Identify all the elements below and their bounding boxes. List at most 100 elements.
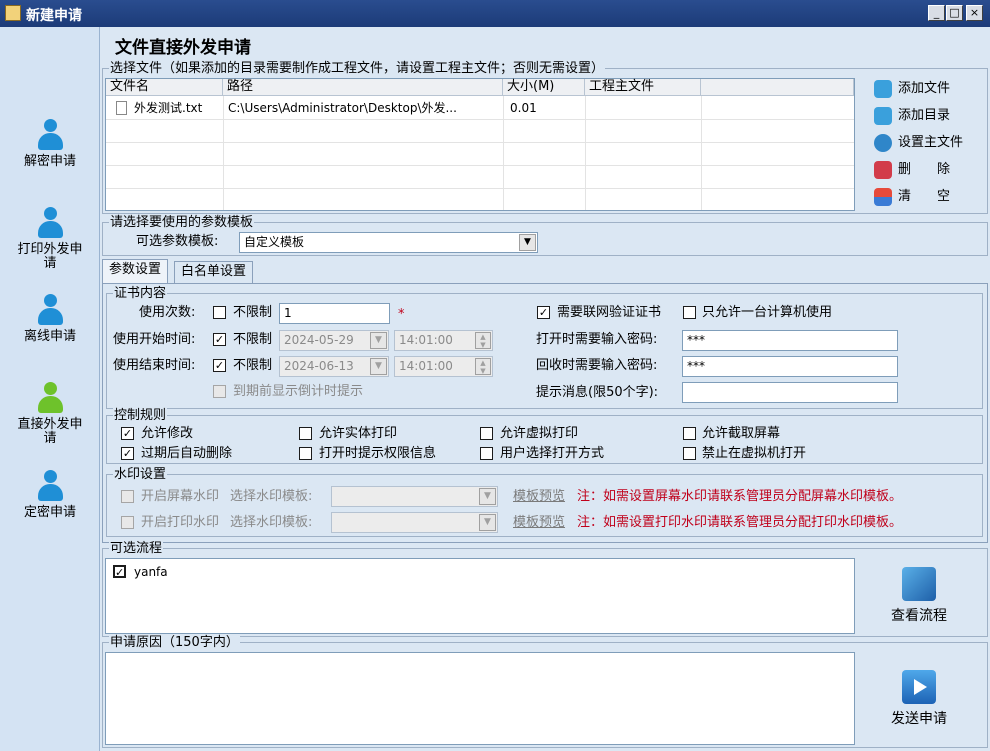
screen-watermark-choose-label: 选择水印模板: [230,489,313,504]
tip-message-input[interactable] [682,382,898,403]
column-header-size[interactable]: 大小(M) [503,79,585,96]
sidebar-item-offline[interactable]: 离线申请 [0,294,100,344]
file-icon [116,101,127,115]
chevron-down-icon[interactable]: ▼ [479,514,496,531]
print-watermark-note: 注：如需设置打印水印请联系管理员分配打印水印模板。 [577,515,903,530]
flow-list[interactable]: ✓ yanfa [105,558,855,634]
sidebar-item-label: 解密申请 [23,154,76,169]
one-pc-checkbox[interactable] [683,306,696,319]
user-icon [35,382,65,414]
allow-screenshot-label: 允许截取屏幕 [702,426,781,441]
sidebar-item-print-send[interactable]: 打印外发申请 [0,207,100,271]
allow-modify-label: 允许修改 [141,426,194,441]
file-main-cell [586,97,700,119]
end-time-stepper[interactable]: 14:01:00 ▲ ▼ [394,356,493,377]
column-header-empty [701,79,854,96]
allow-virtual-print-label: 允许虚拟打印 [500,426,579,441]
show-permission-checkbox[interactable] [299,447,312,460]
start-date-picker[interactable]: 2024-05-29 ▼ [279,330,389,351]
user-icon [35,207,65,239]
print-watermark-checkbox[interactable] [121,516,134,529]
spinner-icon[interactable]: ▲ ▼ [475,358,491,375]
tab-whitelist[interactable]: 白名单设置 [174,261,254,283]
chevron-down-icon[interactable]: ▼ [370,358,387,375]
user-open-mode-checkbox[interactable] [480,447,493,460]
sidebar-item-decrypt[interactable]: 解密申请 [0,119,100,169]
tab-params[interactable]: 参数设置 [102,259,169,283]
use-count-label: 使用次数: [139,305,196,320]
template-label: 可选参数模板: [136,234,219,249]
file-name-cell: 外发测试.txt [134,101,203,115]
print-template-preview-link[interactable]: 模板预览 [513,515,565,531]
allow-modify-checkbox[interactable]: ✓ [121,427,134,440]
print-watermark-choose-label: 选择水印模板: [230,515,313,530]
view-flow-button[interactable]: 查看流程 [884,567,954,625]
allow-physical-print-checkbox[interactable] [299,427,312,440]
add-file-icon [874,80,892,98]
countdown-checkbox[interactable] [213,385,226,398]
screen-watermark-select[interactable]: ▼ [331,486,498,507]
delete-icon [874,161,892,179]
screen-template-preview-link[interactable]: 模板预览 [513,489,565,505]
flow-yanfa-label: yanfa [134,565,168,579]
file-table[interactable]: 文件名 路径 大小(M) 工程主文件 外发测试.txt C:\Users\Adm… [105,78,855,211]
user-icon [35,294,65,326]
spinner-icon[interactable]: ▲ ▼ [475,332,491,349]
user-icon [35,470,65,502]
use-count-unlimited-checkbox[interactable] [213,306,226,319]
print-watermark-select[interactable]: ▼ [331,512,498,533]
template-group: 请选择要使用的参数模板 [102,215,988,256]
countdown-label: 到期前显示倒计时提示 [233,384,364,399]
column-header-name[interactable]: 文件名 [106,79,223,96]
play-icon [902,670,936,704]
recycle-password-label: 回收时需要输入密码: [536,358,658,373]
end-unlimited-label: 不限制 [233,358,273,373]
end-unlimited-checkbox[interactable]: ✓ [213,359,226,372]
template-select[interactable]: 自定义模板 ▼ [239,232,538,253]
use-count-input[interactable]: 1 [279,303,390,324]
net-verify-checkbox[interactable]: ✓ [537,306,550,319]
send-request-button[interactable]: 发送申请 [884,670,954,728]
sidebar-item-direct-send[interactable]: 直接外发申请 [0,382,100,446]
sidebar-item-label: 离线申请 [23,329,76,344]
start-time-label: 使用开始时间: [113,332,196,347]
chevron-down-icon[interactable]: ▼ [519,234,536,251]
end-date-picker[interactable]: 2024-06-13 ▼ [279,356,389,377]
watermark-group-legend: 水印设置 [113,467,168,482]
title-bar: 新建申请 _ □ × [0,0,990,27]
sidebar-item-classify[interactable]: 定密申请 [0,470,100,520]
recycle-password-input[interactable]: *** [682,356,898,377]
screen-watermark-note: 注：如需设置屏幕水印请联系管理员分配屏幕水印模板。 [577,489,903,504]
cert-group-legend: 证书内容 [113,286,168,301]
screen-watermark-checkbox[interactable] [121,490,134,503]
minimize-button[interactable]: _ [928,5,945,21]
pen-icon [902,567,936,601]
template-group-legend: 请选择要使用的参数模板 [109,215,255,230]
forbid-vm-label: 禁止在虚拟机打开 [702,446,807,461]
set-main-icon [874,134,892,152]
allow-screenshot-checkbox[interactable] [683,427,696,440]
user-icon [35,119,65,151]
chevron-down-icon[interactable]: ▼ [370,332,387,349]
net-verify-label: 需要联网验证证书 [557,305,662,320]
flow-group-legend: 可选流程 [109,541,164,556]
chevron-down-icon[interactable]: ▼ [479,488,496,505]
allow-physical-print-label: 允许实体打印 [319,426,398,441]
open-password-input[interactable]: *** [682,330,898,351]
allow-virtual-print-checkbox[interactable] [480,427,493,440]
auto-delete-checkbox[interactable]: ✓ [121,447,134,460]
column-header-path[interactable]: 路径 [223,79,503,96]
end-time-label: 使用结束时间: [113,358,196,373]
use-count-unlimited-label: 不限制 [233,305,273,320]
start-time-stepper[interactable]: 14:01:00 ▲ ▼ [394,330,493,351]
sidebar-item-label: 打印外发申请 [17,242,83,271]
start-unlimited-checkbox[interactable]: ✓ [213,333,226,346]
close-button[interactable]: × [966,5,983,21]
column-header-main[interactable]: 工程主文件 [585,79,701,96]
maximize-button[interactable]: □ [946,5,963,21]
reason-textarea[interactable] [105,652,855,745]
forbid-vm-checkbox[interactable] [683,447,696,460]
file-size-cell: 0.01 [510,101,537,115]
clear-icon [874,188,892,206]
flow-yanfa-checkbox[interactable]: ✓ [113,565,126,578]
